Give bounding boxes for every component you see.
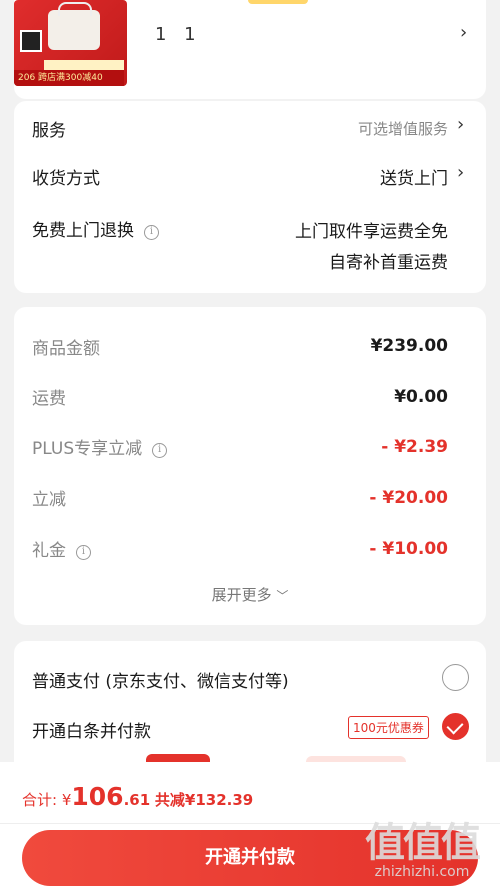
discount-label: 立减 [32, 490, 66, 510]
shipping-label: 运费 [32, 389, 66, 409]
payment-card: 普通支付 (京东支付、微信支付等) 开通白条并付款 100元优惠券 [14, 641, 486, 781]
total-amount: 合计: ¥106.61 共减¥132.39 [22, 782, 253, 811]
info-icon[interactable]: i [152, 443, 168, 458]
service-chevron-icon[interactable]: › [457, 114, 464, 135]
total-prefix: 合计: ¥ [22, 791, 72, 809]
baitiao-pay-radio[interactable] [442, 713, 469, 740]
goods-value: ¥239.00 [370, 336, 448, 356]
product-quantity: 1 1 [155, 24, 202, 45]
normal-pay-label[interactable]: 普通支付 (京东支付、微信支付等) [32, 667, 289, 692]
gift-value: - ¥10.00 [369, 539, 448, 559]
coupon-badge: 100元优惠券 [348, 716, 429, 739]
info-icon[interactable]: i [144, 225, 159, 240]
brand-seal [20, 30, 42, 52]
service-card: 服务 可选增值服务 › 收货方式 送货上门 › 免费上门退换 i 上门取件享运费全… [14, 101, 486, 293]
bag-image [48, 2, 100, 50]
plus-label: PLUS专享立减 [32, 439, 143, 459]
normal-pay-radio[interactable] [442, 664, 469, 691]
tab-indicator [248, 0, 308, 4]
promo-strip [44, 60, 124, 70]
product-thumbnail[interactable]: 206 跨店满300减40 [14, 0, 127, 86]
info-icon[interactable]: i [76, 545, 91, 560]
return-value-line2: 自寄补首重运费 [329, 253, 448, 273]
delivery-value[interactable]: 送货上门 [380, 164, 448, 189]
expand-more-button[interactable]: 展开更多 ﹀ [14, 584, 486, 605]
return-value-line1: 上门取件享运费全免 [295, 222, 448, 242]
total-int: 106 [71, 782, 124, 811]
thumb-badge: 206 跨店满300减40 [14, 70, 124, 86]
watermark-logo: 值值值 [365, 820, 481, 866]
gift-row: 礼金 i [32, 536, 91, 561]
plus-value: - ¥2.39 [381, 437, 448, 457]
total-saved: 共减¥132.39 [154, 791, 254, 809]
return-label: 免费上门退换 [32, 221, 134, 241]
chevron-right-icon[interactable]: › [460, 22, 467, 43]
return-row: 免费上门退换 i [32, 216, 159, 241]
plus-row: PLUS专享立减 i [32, 434, 168, 459]
delivery-label: 收货方式 [32, 169, 100, 189]
shipping-value: ¥0.00 [394, 387, 448, 407]
expand-more-label: 展开更多 [211, 586, 272, 604]
goods-label: 商品金额 [32, 339, 100, 359]
discount-value: - ¥20.00 [369, 488, 448, 508]
chevron-down-icon: ﹀ [276, 589, 289, 603]
delivery-chevron-icon[interactable]: › [457, 162, 464, 183]
service-label: 服务 [32, 121, 66, 141]
gift-label: 礼金 [32, 541, 66, 561]
service-value[interactable]: 可选增值服务 [358, 118, 448, 139]
watermark: 值值值 zhizhizhi.com [352, 810, 492, 880]
baitiao-pay-label[interactable]: 开通白条并付款 [32, 717, 151, 742]
total-dec: .61 [123, 791, 151, 809]
summary-card: 商品金额 ¥239.00 运费 ¥0.00 PLUS专享立减 i - ¥2.39 … [14, 307, 486, 625]
